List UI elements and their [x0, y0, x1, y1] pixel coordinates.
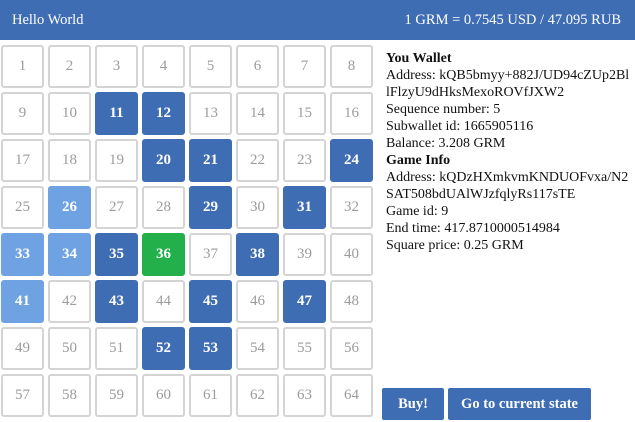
board-cell-40[interactable]: 40 [330, 233, 373, 276]
board-cell-39[interactable]: 39 [283, 233, 326, 276]
board-cell-34[interactable]: 34 [48, 233, 91, 276]
game-id: Game id: 9 [386, 204, 449, 219]
board-cell-48[interactable]: 48 [330, 280, 373, 323]
board-cell-8[interactable]: 8 [330, 45, 373, 88]
board-cell-57[interactable]: 57 [1, 374, 44, 417]
board-cell-64[interactable]: 64 [330, 374, 373, 417]
game-board: 1 2 3 4 5 6 7 8 9 10 11 12 13 14 15 16 17 18 19 20 21 22 23 24 2… [1, 45, 377, 421]
board-cell-53[interactable]: 53 [189, 327, 232, 370]
board-cell-60[interactable]: 60 [142, 374, 185, 417]
board-cell-29[interactable]: 29 [189, 186, 232, 229]
board-cell-6[interactable]: 6 [236, 45, 279, 88]
board-cell-15[interactable]: 15 [283, 92, 326, 135]
header-bar: Hello World 1 GRM = 0.7545 USD / 47.095 … [0, 0, 635, 40]
board-cell-24[interactable]: 24 [330, 139, 373, 182]
board-cell-12[interactable]: 12 [142, 92, 185, 135]
board-cell-19[interactable]: 19 [95, 139, 138, 182]
wallet-address: Address: kQB5bmyy+882J/UD94cZUp2BllFlzyU… [386, 68, 630, 100]
board-cell-49[interactable]: 49 [1, 327, 44, 370]
board-cell-63[interactable]: 63 [283, 374, 326, 417]
board-cell-27[interactable]: 27 [95, 186, 138, 229]
board-cell-58[interactable]: 58 [48, 374, 91, 417]
board-cell-32[interactable]: 32 [330, 186, 373, 229]
board-cell-26[interactable]: 26 [48, 186, 91, 229]
board-cell-59[interactable]: 59 [95, 374, 138, 417]
board-cell-17[interactable]: 17 [1, 139, 44, 182]
game-address: Address: kQDzHXmkvmKNDUOFvxa/N2SAT508bdU… [386, 170, 629, 202]
wallet-balance: Balance: 3.208 GRM [386, 136, 506, 151]
app-title: Hello World [12, 11, 84, 28]
wallet-heading: You Wallet [386, 51, 452, 66]
board-cell-5[interactable]: 5 [189, 45, 232, 88]
board-cell-10[interactable]: 10 [48, 92, 91, 135]
board-cell-56[interactable]: 56 [330, 327, 373, 370]
board-cell-31[interactable]: 31 [283, 186, 326, 229]
board-cell-3[interactable]: 3 [95, 45, 138, 88]
board-cell-51[interactable]: 51 [95, 327, 138, 370]
board-cell-46[interactable]: 46 [236, 280, 279, 323]
board-cell-21[interactable]: 21 [189, 139, 232, 182]
board-cell-50[interactable]: 50 [48, 327, 91, 370]
wallet-subwallet-id: Subwallet id: 1665905116 [386, 119, 534, 134]
board-cell-14[interactable]: 14 [236, 92, 279, 135]
go-to-current-state-button[interactable]: Go to current state [448, 388, 591, 420]
board-cell-13[interactable]: 13 [189, 92, 232, 135]
board-cell-52[interactable]: 52 [142, 327, 185, 370]
board-cell-20[interactable]: 20 [142, 139, 185, 182]
board-cell-23[interactable]: 23 [283, 139, 326, 182]
board-cell-33[interactable]: 33 [1, 233, 44, 276]
board-cell-55[interactable]: 55 [283, 327, 326, 370]
board-cell-42[interactable]: 42 [48, 280, 91, 323]
board-cell-41[interactable]: 41 [1, 280, 44, 323]
buy-button[interactable]: Buy! [382, 388, 444, 420]
game-square-price: Square price: 0.25 GRM [386, 238, 524, 253]
board-cell-25[interactable]: 25 [1, 186, 44, 229]
board-cell-16[interactable]: 16 [330, 92, 373, 135]
board-cell-22[interactable]: 22 [236, 139, 279, 182]
game-info-heading: Game Info [386, 153, 451, 168]
game-end-time: End time: 417.8710000514984 [386, 221, 560, 236]
board-cell-61[interactable]: 61 [189, 374, 232, 417]
board-cell-47[interactable]: 47 [283, 280, 326, 323]
board-cell-9[interactable]: 9 [1, 92, 44, 135]
exchange-rate: 1 GRM = 0.7545 USD / 47.095 RUB [404, 11, 621, 28]
board-cell-18[interactable]: 18 [48, 139, 91, 182]
board-cell-30[interactable]: 30 [236, 186, 279, 229]
board-cell-2[interactable]: 2 [48, 45, 91, 88]
board-cell-1[interactable]: 1 [1, 45, 44, 88]
board-cell-28[interactable]: 28 [142, 186, 185, 229]
info-panel: You Wallet Address: kQB5bmyy+882J/UD94cZ… [386, 50, 631, 254]
board-cell-38[interactable]: 38 [236, 233, 279, 276]
board-cell-11[interactable]: 11 [95, 92, 138, 135]
board-cell-62[interactable]: 62 [236, 374, 279, 417]
board-cell-35[interactable]: 35 [95, 233, 138, 276]
board-cell-54[interactable]: 54 [236, 327, 279, 370]
wallet-sequence: Sequence number: 5 [386, 102, 501, 117]
board-cell-45[interactable]: 45 [189, 280, 232, 323]
board-cell-37[interactable]: 37 [189, 233, 232, 276]
board-cell-4[interactable]: 4 [142, 45, 185, 88]
board-cell-43[interactable]: 43 [95, 280, 138, 323]
board-cell-36[interactable]: 36 [142, 233, 185, 276]
board-cell-7[interactable]: 7 [283, 45, 326, 88]
board-cell-44[interactable]: 44 [142, 280, 185, 323]
